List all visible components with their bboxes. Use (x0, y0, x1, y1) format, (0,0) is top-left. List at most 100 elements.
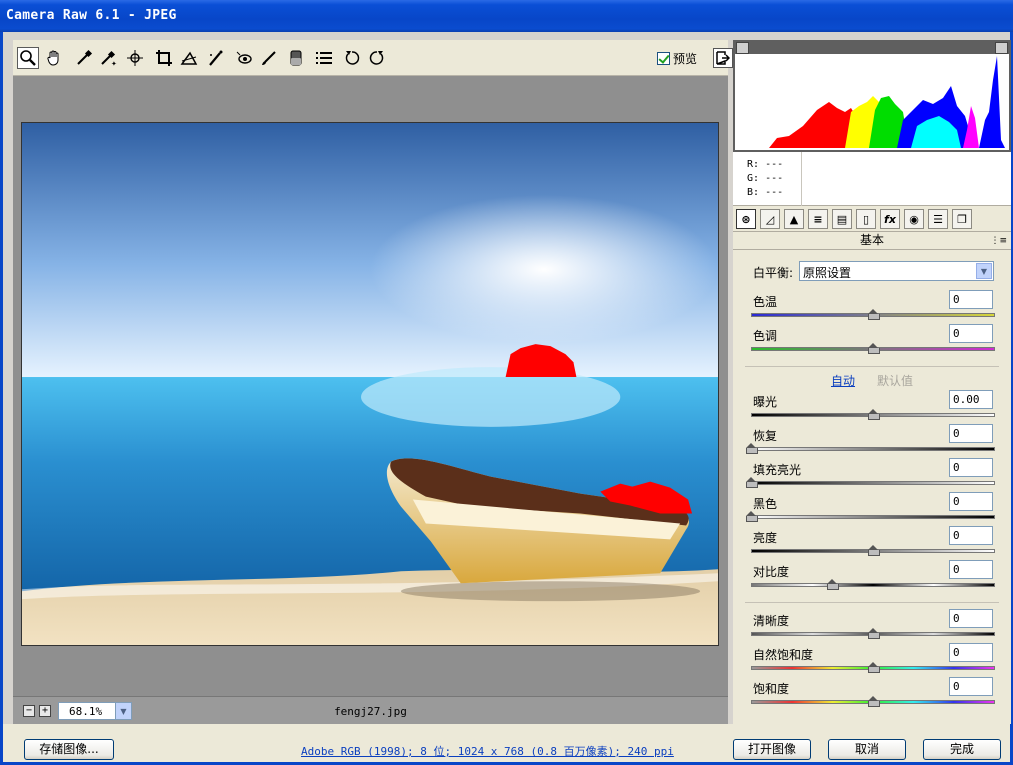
spot-removal-icon[interactable] (205, 47, 227, 69)
snapshots-icon[interactable]: ❐ (952, 209, 972, 229)
white-balance-icon[interactable] (73, 47, 95, 69)
zoom-icon[interactable] (17, 47, 39, 69)
graduated-filter-icon[interactable] (285, 47, 307, 69)
rotate-left-icon[interactable] (341, 47, 363, 69)
crop-icon[interactable] (153, 47, 175, 69)
slider-thumb[interactable] (746, 477, 758, 488)
separator (745, 602, 999, 603)
slider-thumb[interactable] (868, 343, 880, 354)
hsl-icon[interactable]: ≡ (808, 209, 828, 229)
highlight-clipping-icon[interactable] (995, 42, 1008, 54)
white-balance-value: 原照设置 (803, 266, 852, 280)
slider-value-input[interactable]: 0 (949, 324, 993, 343)
slider-fill-light: 填充亮光 0 (733, 458, 1011, 492)
slider-value-input[interactable]: 0 (949, 492, 993, 511)
slider-label: 自然饱和度 (753, 648, 814, 662)
rotate-right-icon[interactable] (366, 47, 388, 69)
auto-link[interactable]: 自动 (831, 372, 855, 389)
rgb-readout: R: --- G: --- B: --- (733, 152, 1011, 206)
tone-curve-icon[interactable]: ◿ (760, 209, 780, 229)
presets-icon[interactable]: ☰ (928, 209, 948, 229)
slider-thumb[interactable] (746, 511, 758, 522)
panel-tabs: ⊛ ◿ ▲ ≡ ▤ ▯ fx ◉ ☰ ❐ (733, 206, 1011, 232)
lens-icon[interactable]: ▯ (856, 209, 876, 229)
slider-clarity: 清晰度 0 (733, 609, 1011, 643)
slider-value-input[interactable]: 0 (949, 458, 993, 477)
cancel-button[interactable]: 取消 (828, 739, 906, 760)
slider-track[interactable] (751, 583, 995, 587)
detail-icon[interactable]: ▲ (784, 209, 804, 229)
r-value: --- (765, 159, 784, 170)
chevron-down-icon[interactable]: ▼ (976, 263, 992, 279)
slider-thumb[interactable] (868, 662, 880, 673)
workflow-options-link[interactable]: Adobe RGB (1998); 8 位; 1024 x 768 (0.8 百… (301, 743, 674, 759)
slider-track[interactable] (751, 481, 995, 485)
section-title: 基本 (733, 232, 1011, 250)
preview-checkbox[interactable] (657, 52, 670, 65)
preview-image[interactable] (21, 122, 719, 646)
slider-exposure: 曝光 0.00 (733, 390, 1011, 424)
separator (745, 366, 999, 367)
slider-thumb[interactable] (868, 545, 880, 556)
slider-thumb[interactable] (868, 409, 880, 420)
slider-thumb[interactable] (826, 579, 839, 590)
slider-value-input[interactable]: 0 (949, 609, 993, 628)
slider-value-input[interactable]: 0.00 (949, 390, 993, 409)
red-eye-icon[interactable] (233, 47, 255, 69)
slider-thumb[interactable] (868, 696, 880, 707)
slider-thumb[interactable] (868, 628, 880, 639)
shadow-clipping-icon[interactable] (736, 42, 749, 54)
done-button[interactable]: 完成 (923, 739, 1001, 760)
slider-value-input[interactable]: 0 (949, 677, 993, 696)
slider-tint: 色调 0 (733, 324, 1011, 358)
slider-track[interactable] (751, 447, 995, 451)
slider-label: 黑色 (753, 497, 778, 511)
white-balance-select[interactable]: 原照设置 ▼ (799, 261, 994, 281)
b-label: B: (747, 187, 760, 198)
canvas-status-bar: − + 68.1% ▼ fengj27.jpg (13, 696, 728, 724)
camera-calibration-icon[interactable]: ◉ (904, 209, 924, 229)
adjustment-brush-icon[interactable] (258, 47, 280, 69)
g-label: G: (747, 173, 760, 184)
slider-value-input[interactable]: 0 (949, 560, 993, 579)
slider-value-input[interactable]: 0 (949, 424, 993, 443)
slider-value-input[interactable]: 0 (949, 643, 993, 662)
slider-vibrance: 自然饱和度 0 (733, 643, 1011, 677)
slider-track[interactable] (751, 515, 995, 519)
basic-controls: 白平衡: 原照设置 ▼ 色温 0 色调 0 自动 默认值 曝光 0.00 恢复 … (733, 250, 1011, 724)
slider-thumb[interactable] (746, 443, 758, 454)
toolbar: ✦ 预览 (13, 40, 733, 76)
color-sampler-icon[interactable]: ✦ (97, 47, 119, 69)
slider-label: 亮度 (753, 531, 778, 545)
g-value: --- (765, 173, 784, 184)
basic-icon[interactable]: ⊛ (736, 209, 756, 229)
open-image-button[interactable]: 打开图像 (733, 739, 811, 760)
svg-text:✦: ✦ (111, 60, 117, 67)
hand-icon[interactable] (43, 47, 65, 69)
right-panel: R: --- G: --- B: --- ⊛ ◿ ▲ ≡ ▤ ▯ fx ◉ ☰ … (733, 40, 1011, 724)
white-balance-label: 白平衡: (753, 266, 794, 280)
auto-default-row: 自动 默认值 (733, 372, 1011, 390)
slider-value-input[interactable]: 0 (949, 526, 993, 545)
slider-contrast: 对比度 0 (733, 560, 1011, 594)
slider-thumb[interactable] (868, 309, 880, 320)
target-adjust-icon[interactable] (124, 47, 146, 69)
image-canvas[interactable] (13, 76, 728, 696)
slider-label: 对比度 (753, 565, 790, 579)
default-link[interactable]: 默认值 (877, 372, 913, 389)
slider-recovery: 恢复 0 (733, 424, 1011, 458)
save-image-button[interactable]: 存储图像... (24, 739, 114, 760)
slider-blacks: 黑色 0 (733, 492, 1011, 526)
straighten-icon[interactable] (178, 47, 200, 69)
panel-menu-icon[interactable]: ⋮≡ (990, 236, 1007, 246)
effects-icon[interactable]: fx (880, 209, 900, 229)
preferences-icon[interactable] (313, 47, 335, 69)
split-toning-icon[interactable]: ▤ (832, 209, 852, 229)
b-value: --- (765, 187, 784, 198)
slider-value-input[interactable]: 0 (949, 290, 993, 309)
slider-brightness: 亮度 0 (733, 526, 1011, 560)
r-label: R: (747, 159, 760, 170)
fullscreen-icon[interactable] (713, 48, 733, 68)
preview-label: 预览 (673, 52, 698, 66)
preview-toggle[interactable]: 预览 (657, 50, 697, 67)
